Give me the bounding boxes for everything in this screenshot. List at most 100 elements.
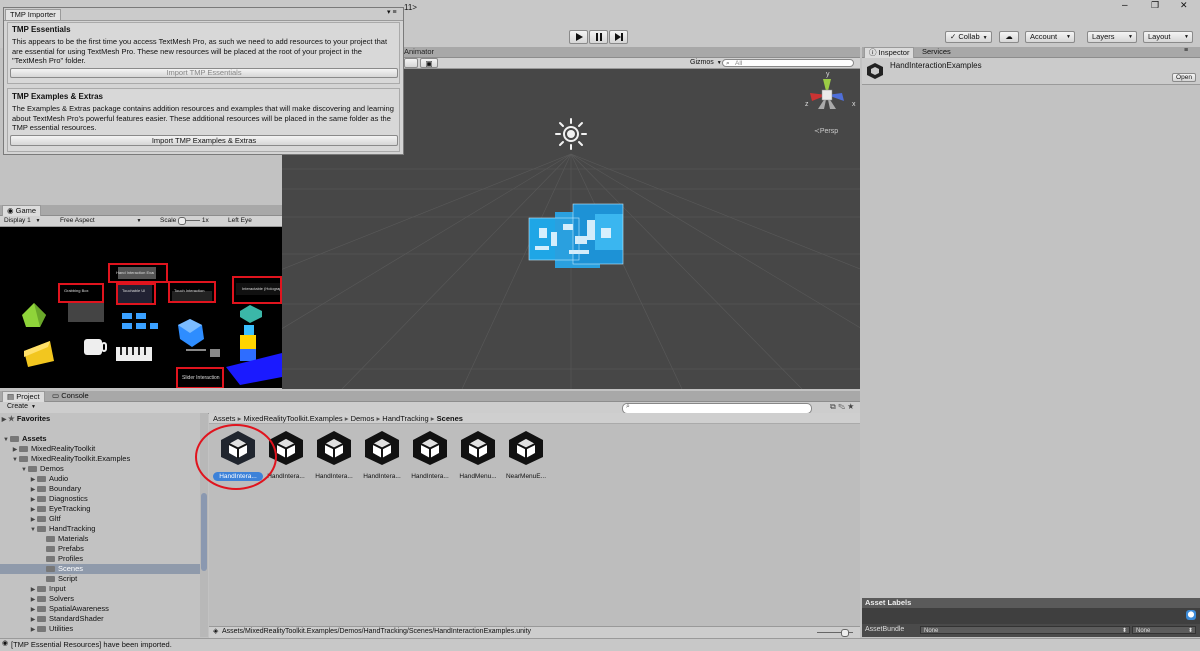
persp-label[interactable]: ≺Persp: [814, 127, 838, 135]
asset-scene-item[interactable]: HandIntera...: [357, 430, 407, 481]
tree-item[interactable]: ▶ SpatialAwareness: [0, 604, 200, 614]
layers-dropdown[interactable]: Layers ▼: [1087, 31, 1137, 43]
tab-game[interactable]: ◉ Game: [2, 205, 42, 216]
account-dropdown[interactable]: Account ▼: [1025, 31, 1075, 43]
asset-scene-item[interactable]: HandIntera...: [309, 430, 359, 481]
breadcrumb-item[interactable]: Assets: [213, 414, 236, 423]
scale-value: 1x: [201, 217, 209, 224]
folder-icon: [37, 516, 46, 523]
effects-dropdown[interactable]: ▣: [420, 58, 438, 68]
breadcrumb: Assets ▸ MixedRealityToolkit.Examples ▸ …: [209, 413, 860, 424]
scale-label: Scale: [160, 217, 177, 224]
tree-item[interactable]: Profiles: [0, 554, 200, 564]
game-viewport[interactable]: Grabbing Box Hand Interaction Examples T…: [0, 227, 282, 388]
tree-item[interactable]: ▼ HandTracking: [0, 524, 200, 534]
zoom-slider[interactable]: [817, 629, 853, 637]
collapsed-arrow-icon[interactable]: ▶: [29, 625, 37, 635]
status-message[interactable]: [TMP Essential Resources] have been impo…: [11, 640, 172, 649]
breadcrumb-item[interactable]: Scenes: [437, 414, 463, 423]
asset-scene-item[interactable]: NearMenuE...: [501, 430, 551, 481]
tab-services[interactable]: Services: [918, 47, 955, 58]
cloud-button[interactable]: ☁: [999, 31, 1019, 43]
breadcrumb-item[interactable]: MixedRealityToolkit.Examples: [243, 414, 342, 423]
scale-slider-track[interactable]: [178, 216, 201, 225]
folder-icon: [46, 576, 55, 583]
search-filter-icons[interactable]: ⧉ ✎ ★: [830, 402, 854, 412]
tree-item[interactable]: ▶ Input: [0, 584, 200, 594]
tree-item[interactable]: ▼ Assets: [0, 434, 200, 444]
tree-item[interactable]: Materials: [0, 534, 200, 544]
window-title-fragment: 11>: [404, 3, 417, 12]
2d-toggle[interactable]: [404, 58, 418, 68]
tree-item[interactable]: ▶ MixedRealityToolkit: [0, 444, 200, 454]
tree-item[interactable]: ▶ Gltf: [0, 514, 200, 524]
tab-console[interactable]: ▭ Console: [48, 391, 93, 402]
search-icon: ⌕: [726, 60, 730, 67]
display-label: Display 1: [4, 217, 31, 224]
unity-scene-icon: [365, 431, 399, 465]
tree-item[interactable]: Scenes: [0, 564, 200, 574]
tmp-essentials-heading: TMP Essentials: [12, 25, 71, 34]
import-tmp-extras-button[interactable]: Import TMP Examples & Extras: [10, 135, 398, 146]
label-tag-icon[interactable]: ⬤: [1186, 610, 1196, 620]
tree-item[interactable]: ▶ Utilities: [0, 624, 200, 634]
scene-search-input[interactable]: ⌕ All: [722, 59, 854, 67]
tree-item[interactable]: ▶ StandardShader: [0, 614, 200, 624]
filter-type-icon[interactable]: ⧉: [830, 402, 836, 411]
asset-scene-label: HandIntera...: [315, 473, 353, 480]
tree-item[interactable]: Prefabs: [0, 544, 200, 554]
tree-item[interactable]: Script: [0, 574, 200, 584]
favorite-star-icon[interactable]: ★: [847, 402, 854, 411]
import-tmp-essentials-button[interactable]: Import TMP Essentials: [10, 68, 398, 78]
maximize-button[interactable]: ❐: [1151, 0, 1159, 11]
asset-variant-none: None: [1136, 628, 1151, 634]
asset-scene-item[interactable]: HandMenu...: [453, 430, 503, 481]
tree-item-label: StandardShader: [49, 614, 104, 623]
tree-item[interactable]: ▶ Boundary: [0, 484, 200, 494]
asset-bundle-dropdown[interactable]: None ⬍: [920, 626, 1130, 634]
play-button[interactable]: [569, 30, 588, 44]
asset-labels-area: ⬤: [862, 608, 1200, 624]
tree-item-label: Prefabs: [58, 544, 84, 553]
tree-favorites[interactable]: ▶ ★ Favorites: [0, 414, 200, 424]
scale-slider[interactable]: Scale 1x: [160, 216, 209, 225]
highlight-circle: [195, 424, 277, 490]
asset-variant-dropdown[interactable]: None ⬍: [1132, 626, 1196, 634]
asset-bundle-row: AssetBundle None ⬍ None ⬍: [862, 624, 1200, 637]
tree-item[interactable]: ▶ Solvers: [0, 594, 200, 604]
tab-animator[interactable]: Animator: [400, 47, 438, 57]
directional-light-icon[interactable]: [554, 117, 588, 151]
close-window-button[interactable]: ✕: [1180, 0, 1188, 11]
layout-dropdown[interactable]: Layout ▼: [1143, 31, 1193, 43]
inspector-menu-icon[interactable]: ≡: [1184, 47, 1188, 54]
minimize-button[interactable]: –: [1122, 0, 1128, 11]
breadcrumb-item[interactable]: Demos: [351, 414, 375, 423]
open-button[interactable]: Open: [1172, 73, 1196, 82]
left-eye-dropdown[interactable]: Left Eye: [228, 217, 252, 224]
layers-label: Layers: [1092, 32, 1115, 41]
tree-item[interactable]: ▼ MixedRealityToolkit.Examples: [0, 454, 200, 464]
collab-dropdown[interactable]: ✓ Collab ▼: [945, 31, 992, 43]
tree-item[interactable]: ▶ Diagnostics: [0, 494, 200, 504]
tab-inspector[interactable]: ⓘ Inspector: [864, 47, 915, 58]
scene-objects-cluster[interactable]: [525, 202, 635, 272]
step-button[interactable]: [609, 30, 628, 44]
display-dropdown[interactable]: Display 1 ▼: [4, 217, 41, 224]
project-folder-tree: ▶ ★ Favorites ▼ Assets ▶ MixedRealityToolkit…: [0, 413, 200, 637]
tab-project[interactable]: ▤ Project: [2, 391, 45, 402]
breadcrumb-item[interactable]: HandTracking: [382, 414, 428, 423]
filter-label-icon[interactable]: ✎: [838, 402, 845, 411]
asset-grid: HandIntera... HandIntera... HandIntera... H…: [195, 424, 860, 626]
aspect-dropdown[interactable]: Free Aspect ▼: [60, 217, 141, 224]
tree-item[interactable]: ▶ Audio: [0, 474, 200, 484]
tmp-importer-tab[interactable]: TMP Importer: [5, 9, 61, 20]
tree-item[interactable]: ▼ Demos: [0, 464, 200, 474]
tree-scrollbar-thumb[interactable]: [201, 493, 207, 571]
window-menu-icon[interactable]: ▾ ≡: [387, 8, 397, 16]
tree-item[interactable]: ▶ EyeTracking: [0, 504, 200, 514]
create-dropdown[interactable]: Create ▼: [7, 403, 36, 410]
axis-gizmo[interactable]: [802, 73, 852, 119]
asset-scene-item[interactable]: HandIntera...: [405, 430, 455, 481]
pause-button[interactable]: [589, 30, 608, 44]
gizmos-dropdown[interactable]: Gizmos ▼: [690, 59, 722, 66]
